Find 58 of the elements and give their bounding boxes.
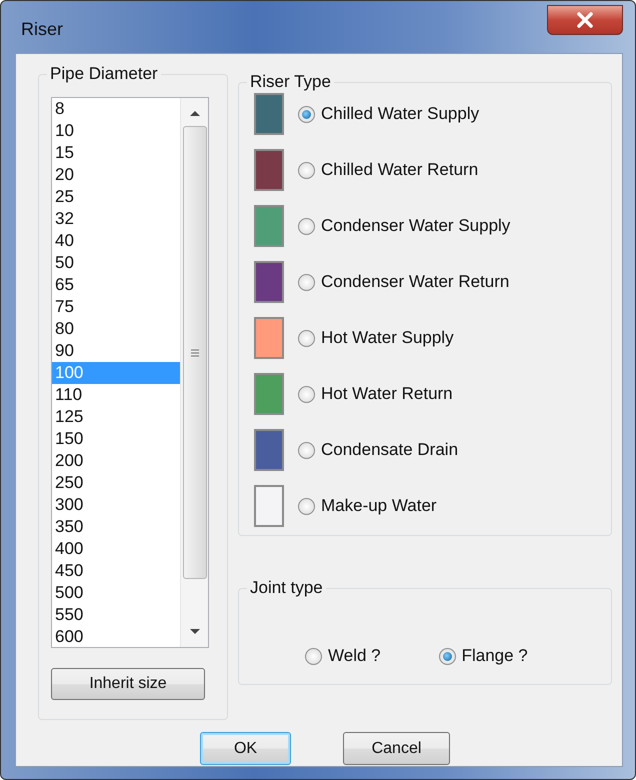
- radio-button[interactable]: [298, 274, 315, 290]
- radio-button[interactable]: [438, 648, 456, 664]
- list-item[interactable]: 65: [52, 274, 180, 296]
- list-item[interactable]: 600: [52, 626, 180, 648]
- close-button[interactable]: [547, 5, 623, 35]
- list-item[interactable]: 15: [52, 142, 180, 164]
- list-item[interactable]: 150: [52, 428, 180, 450]
- list-item[interactable]: 75: [52, 296, 180, 318]
- list-item[interactable]: 125: [52, 406, 180, 428]
- dialog-button[interactable]: Cancel: [343, 732, 450, 765]
- list-item[interactable]: 80: [52, 318, 180, 340]
- radio-button[interactable]: [298, 330, 315, 346]
- list-item[interactable]: 32: [52, 208, 180, 230]
- list-item[interactable]: 10: [52, 120, 180, 142]
- list-item[interactable]: 50: [52, 252, 180, 274]
- list-item[interactable]: 250: [52, 472, 180, 494]
- list-item[interactable]: 350: [52, 516, 180, 538]
- group-title: Riser Type: [247, 72, 334, 92]
- radio-button[interactable]: [298, 386, 315, 402]
- radio-option[interactable]: Hot Water Supply: [298, 328, 454, 348]
- radio-button[interactable]: [298, 106, 315, 122]
- radio-button[interactable]: [298, 442, 315, 458]
- radio-button[interactable]: [298, 218, 315, 234]
- close-icon: [576, 12, 594, 28]
- list-item[interactable]: 40: [52, 230, 180, 252]
- radio-button[interactable]: [305, 648, 322, 664]
- window-title: Riser: [21, 19, 64, 40]
- scrollbar-thumb[interactable]: [182, 126, 206, 579]
- list-item[interactable]: 550: [52, 604, 180, 626]
- list-item[interactable]: 500: [52, 582, 180, 604]
- radio-option[interactable]: Weld ?: [305, 646, 381, 666]
- list-box[interactable]: 8 10 15 20 25 32 40 50 65 75 80 90 100 110 125 150 200 250 300 350 400 450 500 550 600: [51, 97, 209, 648]
- list-item[interactable]: 200: [52, 450, 180, 472]
- radio-option[interactable]: Condenser Water Return: [298, 272, 510, 292]
- list-item[interactable]: 20: [52, 164, 180, 186]
- radio-button[interactable]: [298, 498, 315, 514]
- list-item[interactable]: 450: [52, 560, 180, 582]
- list-item[interactable]: 8: [52, 98, 180, 120]
- radio-option[interactable]: Make-up Water: [298, 496, 437, 516]
- dialog-button[interactable]: OK: [200, 732, 291, 765]
- list-item[interactable]: 110: [52, 384, 180, 406]
- list-item[interactable]: 90: [52, 340, 180, 362]
- scroll-up-icon[interactable]: [190, 110, 200, 116]
- radio-option[interactable]: Hot Water Return: [298, 384, 453, 404]
- radio-option[interactable]: Chilled Water Return: [298, 160, 478, 180]
- group-title: Pipe Diameter: [47, 64, 161, 84]
- radio-option[interactable]: Condenser Water Supply: [298, 216, 510, 236]
- list-item[interactable]: 400: [52, 538, 180, 560]
- radio-button[interactable]: [298, 162, 315, 178]
- list-item[interactable]: 25: [52, 186, 180, 208]
- radio-option[interactable]: Flange ?: [438, 646, 528, 666]
- list-item[interactable]: 300: [52, 494, 180, 516]
- scroll-down-icon[interactable]: [190, 629, 200, 635]
- inherit-size-button[interactable]: Inherit size: [51, 668, 205, 700]
- radio-option[interactable]: Chilled Water Supply: [298, 104, 480, 124]
- group-title: Joint type: [247, 578, 326, 598]
- radio-option[interactable]: Condensate Drain: [298, 440, 458, 460]
- grip-icon: [190, 348, 198, 356]
